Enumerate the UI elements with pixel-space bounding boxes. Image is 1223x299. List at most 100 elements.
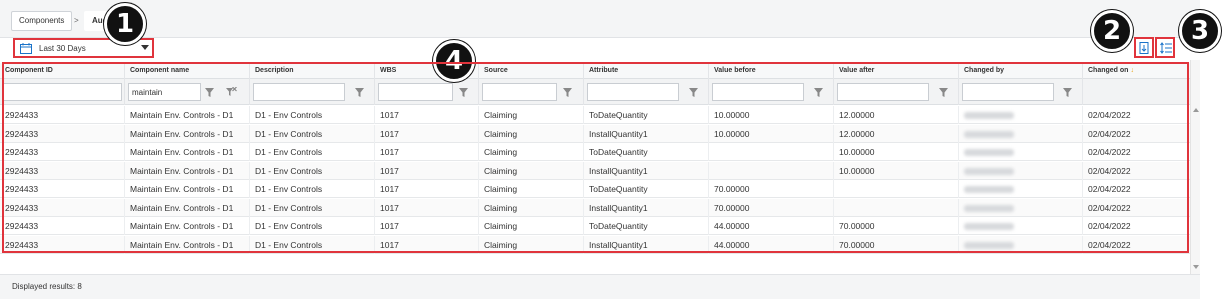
filter-input-component-name[interactable] [128, 83, 201, 101]
cell-value-after: 12.00000 [834, 106, 959, 124]
callout-badge: 2 [1091, 10, 1133, 52]
cell-changed-by [959, 235, 1083, 254]
table-row[interactable]: 2924433 Maintain Env. Controls - D1 D1 - E… [0, 180, 1190, 198]
cell-attribute: ToDateQuantity [584, 106, 709, 124]
cell-description: D1 - Env Controls [250, 198, 375, 217]
column-header-value-after[interactable]: Value after [834, 63, 959, 79]
cell-value-before: 44.00000 [709, 217, 834, 235]
column-header-label: Changed by [964, 67, 1005, 74]
cell-source: Claiming [479, 161, 584, 180]
cell-source: Claiming [479, 198, 584, 217]
filter-input-changed-by[interactable] [962, 83, 1054, 101]
cell-changed-by [959, 143, 1083, 161]
column-header-description[interactable]: Description [250, 63, 375, 79]
filter-icon[interactable] [1063, 88, 1072, 97]
filter-icon[interactable] [205, 88, 214, 97]
table-row[interactable]: 2924433 Maintain Env. Controls - D1 D1 - E… [0, 198, 1190, 217]
cell-source: Claiming [479, 106, 584, 124]
cell-component-name: Maintain Env. Controls - D1 [125, 161, 250, 180]
filter-cell-wbs [375, 79, 479, 105]
cell-value-before: 10.00000 [709, 106, 834, 124]
cell-attribute: ToDateQuantity [584, 180, 709, 198]
table-row[interactable]: 2924433 Maintain Env. Controls - D1 D1 - E… [0, 106, 1190, 124]
filter-cell-description [250, 79, 375, 105]
scroll-down-arrow-icon[interactable] [1193, 265, 1199, 269]
filter-input-source[interactable] [482, 83, 557, 101]
export-button[interactable] [1134, 37, 1154, 58]
cell-component-id: 2924433 [0, 106, 125, 124]
cell-value-after: 12.00000 [834, 124, 959, 143]
redacted-user [964, 130, 1014, 138]
cell-changed-by [959, 106, 1083, 124]
redacted-user [964, 167, 1014, 175]
cell-changed-on: 02/04/2022 [1088, 128, 1131, 139]
filter-icon[interactable] [939, 88, 948, 97]
column-header-label: Value after [839, 67, 875, 74]
cell-value-before: 10.00000 [709, 124, 834, 143]
cell-source: Claiming [479, 217, 584, 235]
filter-input-description[interactable] [253, 83, 345, 101]
caret-down-icon [141, 45, 149, 50]
grid-scrollbar[interactable] [1190, 60, 1200, 274]
breadcrumb: Components > Audit [0, 0, 1200, 38]
filter-icon[interactable] [814, 88, 823, 97]
cell-changed-on: 02/04/2022 [1088, 202, 1131, 213]
filter-icon[interactable] [563, 88, 572, 97]
cell-wbs: 1017 [375, 198, 479, 217]
filter-input-attribute[interactable] [587, 83, 679, 101]
export-icon [1139, 42, 1149, 54]
cell-source: Claiming [479, 143, 584, 161]
cell-changed-on: 02/04/2022 [1088, 110, 1131, 120]
column-header-value-before[interactable]: Value before [709, 63, 834, 79]
cell-wbs: 1017 [375, 180, 479, 198]
cell-wbs: 1017 [375, 143, 479, 161]
filter-icon[interactable] [355, 88, 364, 97]
table-row[interactable]: 2924433 Maintain Env. Controls - D1 D1 - E… [0, 235, 1190, 254]
redacted-user [964, 149, 1014, 156]
table-row[interactable]: 2924433 Maintain Env. Controls - D1 D1 - E… [0, 143, 1190, 161]
table-row[interactable]: 2924433 Maintain Env. Controls - D1 D1 - E… [0, 217, 1190, 235]
breadcrumb-components[interactable]: Components [11, 11, 73, 31]
scroll-up-arrow-icon[interactable] [1193, 108, 1199, 112]
cell-value-before [709, 143, 834, 161]
table-row[interactable]: 2924433 Maintain Env. Controls - D1 D1 - E… [0, 124, 1190, 143]
filter-input-component-id[interactable] [3, 83, 122, 101]
column-header-attribute[interactable]: Attribute [584, 63, 709, 79]
cell-description: D1 - Env Controls [250, 106, 375, 124]
cell-value-after: 70.00000 [834, 217, 959, 235]
cell-value-before: 70.00000 [709, 180, 834, 198]
cell-changed-by [959, 217, 1083, 235]
filter-icon[interactable] [459, 88, 468, 97]
cell-component-id: 2924433 [0, 180, 125, 198]
cell-attribute: InstallQuantity1 [584, 124, 709, 143]
filter-input-wbs[interactable] [378, 83, 453, 101]
cell-description: D1 - Env Controls [250, 235, 375, 254]
redacted-user [964, 186, 1014, 193]
column-settings-button[interactable] [1155, 37, 1175, 58]
column-header-changed-on[interactable]: Changed on ↓ [1083, 63, 1190, 79]
cell-description: D1 - Env Controls [250, 217, 375, 235]
filter-input-value-after[interactable] [837, 83, 929, 101]
cell-component-name: Maintain Env. Controls - D1 [125, 143, 250, 161]
cell-component-id: 2924433 [0, 198, 125, 217]
column-settings-icon [1160, 42, 1172, 54]
cell-component-name: Maintain Env. Controls - D1 [125, 180, 250, 198]
cell-component-id: 2924433 [0, 235, 125, 254]
filter-cell-source [479, 79, 584, 105]
column-header-changed-by[interactable]: Changed by [959, 63, 1083, 79]
table-row[interactable]: 2924433 Maintain Env. Controls - D1 D1 - E… [0, 161, 1190, 180]
breadcrumb-separator: > [74, 16, 79, 25]
filter-cell-changed-by [959, 79, 1083, 105]
filter-icon[interactable] [689, 88, 698, 97]
clear-filter-icon[interactable] [226, 87, 237, 97]
filter-input-value-before[interactable] [712, 83, 804, 101]
column-header-component-name[interactable]: Component name [125, 63, 250, 79]
cell-description: D1 - Env Controls [250, 124, 375, 143]
cell-changed-on: 02/04/2022 [1088, 184, 1131, 194]
audit-grid: Component ID Component name Description … [0, 60, 1200, 274]
cell-component-id: 2924433 [0, 161, 125, 180]
cell-value-before: 70.00000 [709, 198, 834, 217]
redacted-user [964, 241, 1014, 249]
column-header-component-id[interactable]: Component ID [0, 63, 125, 79]
column-header-source[interactable]: Source [479, 63, 584, 79]
